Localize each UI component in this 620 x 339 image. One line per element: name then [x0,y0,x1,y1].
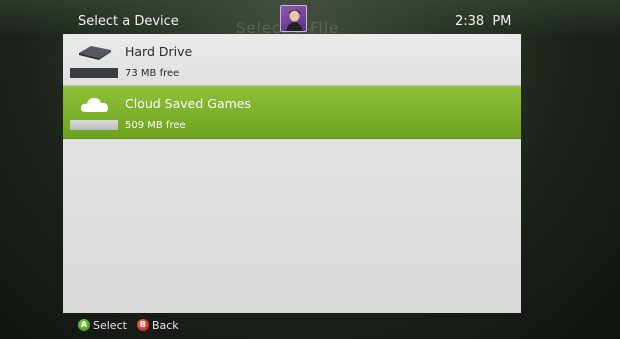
hard-drive-icon [79,46,111,60]
cloud-icon [80,98,109,112]
select-hint[interactable]: A Select [78,319,127,332]
storage-bar [70,120,118,130]
avatar-figure-icon [286,10,303,31]
device-list: Hard Drive 73 MB free Cloud Saved Games … [63,34,521,313]
back-label: Back [151,318,179,332]
clock: 2:38 PM [455,14,512,29]
storage-bar [70,68,118,78]
device-name: Cloud Saved Games [125,96,251,111]
free-space-label: 73 MB free [125,68,180,79]
page-title: Select a Device [78,14,179,29]
free-space-label: 509 MB free [125,120,186,131]
a-button-icon: A [78,319,90,331]
device-item-cloud-saved-games[interactable]: Cloud Saved Games 509 MB free [63,86,521,139]
select-label: Select [93,318,127,332]
device-name: Hard Drive [125,44,193,59]
device-item-hard-drive[interactable]: Hard Drive 73 MB free [63,34,521,86]
back-hint[interactable]: B Back [136,318,179,332]
b-button-icon: B [136,319,149,331]
gamer-avatar [280,5,307,32]
button-hints: A Select B Back [78,318,189,332]
